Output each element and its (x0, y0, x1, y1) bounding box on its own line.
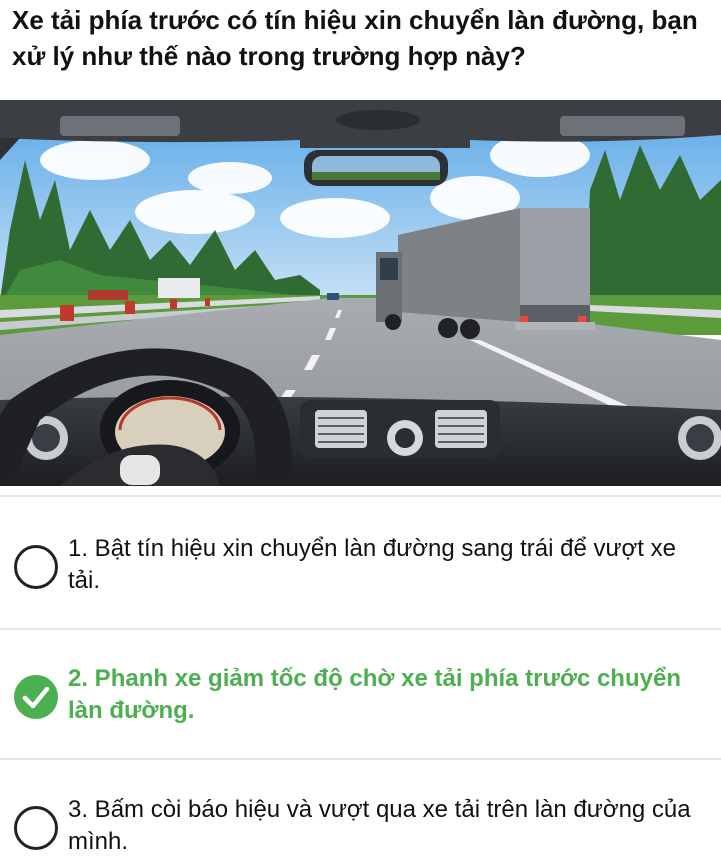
divider (0, 758, 721, 760)
answer-option-label: 1. Bật tín hiệu xin chuyển làn đường san… (68, 535, 676, 594)
radio-empty-icon[interactable] (14, 545, 58, 589)
answer-option-1[interactable]: 1. Bật tín hiệu xin chuyển làn đường san… (0, 515, 721, 625)
check-circle-icon[interactable] (14, 675, 58, 719)
divider (0, 495, 721, 497)
driving-scene-image (0, 100, 721, 486)
answer-option-label: 3. Bấm còi báo hiệu và vượt qua xe tải t… (68, 796, 691, 855)
answer-option-3[interactable]: 3. Bấm còi báo hiệu và vượt qua xe tải t… (0, 776, 721, 866)
question-text: Xe tải phía trước có tín hiệu xin chuyển… (12, 5, 698, 71)
radio-empty-icon[interactable] (14, 806, 58, 850)
answer-option-label: 2. Phanh xe giảm tốc độ chờ xe tải phía … (68, 665, 681, 724)
answer-option-2[interactable]: 2. Phanh xe giảm tốc độ chờ xe tải phía … (0, 645, 721, 755)
divider (0, 628, 721, 630)
